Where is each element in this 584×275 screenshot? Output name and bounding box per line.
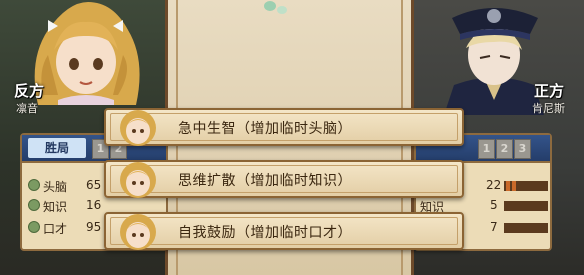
- decoration-icon: [264, 1, 287, 14]
- avatar-icon: [120, 110, 156, 146]
- proponent-name: 肯尼斯: [532, 102, 565, 115]
- avatar-icon: [120, 162, 156, 198]
- proponent-role-label: 正方: [534, 82, 565, 100]
- option-quick-wit-button[interactable]: 急中生智（增加临时头脑）: [104, 108, 464, 146]
- stat-bar: [504, 223, 548, 233]
- option-label: 急中生智（增加临时头脑）: [178, 121, 352, 137]
- option-self-encouragement-button[interactable]: 自我鼓励（增加临时口才）: [104, 212, 464, 250]
- eloquence-icon: [28, 221, 40, 233]
- opponent-role-label: 反方: [14, 82, 45, 100]
- stat-bar: [504, 201, 548, 211]
- win-count-label: 胜局: [28, 138, 86, 158]
- opponent-name: 凛音: [16, 102, 38, 115]
- avatar-icon: [120, 214, 156, 250]
- round-indicator: 3: [514, 139, 531, 159]
- round-indicator: 2: [496, 139, 513, 159]
- brain-icon: [28, 179, 40, 191]
- round-indicator: 1: [478, 139, 495, 159]
- option-label: 自我鼓励（增加临时口才）: [178, 225, 352, 241]
- option-divergent-thinking-button[interactable]: 思维扩散（增加临时知识）: [104, 160, 464, 198]
- game-scene: 反方 凛音 正方 肯尼斯 胜局 1 2 头脑 65 知识 16 口才 95 1 …: [0, 0, 584, 275]
- option-label: 思维扩散（增加临时知识）: [178, 173, 352, 189]
- knowledge-icon: [28, 199, 40, 211]
- stat-bar: [504, 181, 548, 191]
